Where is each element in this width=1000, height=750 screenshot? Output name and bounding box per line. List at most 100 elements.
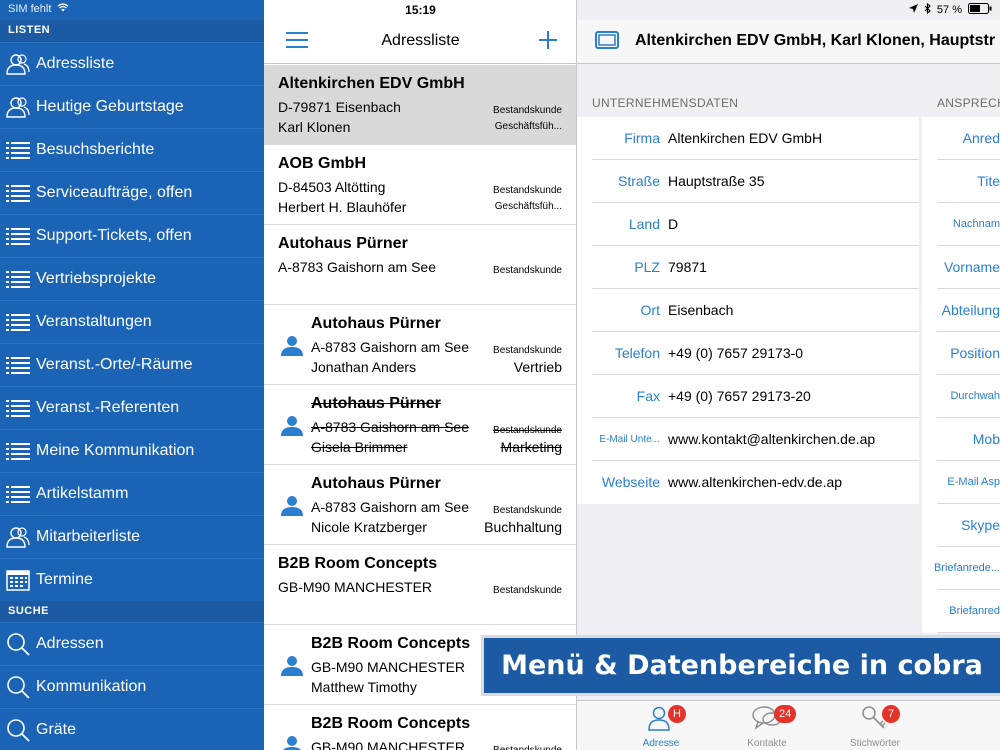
list-item-status: Bestandskunde (493, 425, 562, 436)
field-label: PLZ (634, 259, 660, 275)
sidebar-item-1[interactable]: Heutige Geburtstage (0, 85, 264, 128)
sidebar-item-12[interactable]: Termine (0, 558, 264, 601)
tab-adresse[interactable]: H Adresse (616, 705, 706, 749)
company-field-row[interactable]: Fax +49 (0) 7657 29173-20 (577, 375, 919, 418)
contact-field-row[interactable]: Briefanrede... (922, 547, 1000, 590)
field-label: Webseite (601, 474, 660, 490)
list-icon (0, 398, 36, 418)
sidebar-item-label: Termine (36, 571, 93, 588)
sidebar-item-label: Serviceaufträge, offen (36, 184, 193, 201)
list-item[interactable]: AOB GmbH D-84503 Altötting Herbert H. Blau… (264, 145, 576, 225)
list-item[interactable]: B2B Room Concepts GB-M90 MANCHESTER Bestan… (264, 545, 576, 625)
list-item-name: B2B Room Concepts (311, 635, 471, 652)
person-icon (279, 415, 305, 442)
contact-field-row[interactable]: Nachnam (922, 203, 1000, 246)
list-item[interactable]: Altenkirchen EDV GmbH D-79871 Eisenbach Ka… (264, 65, 576, 145)
sidebar-item-8[interactable]: Veranst.-Referenten (0, 386, 264, 429)
sidebar-item-11[interactable]: Mitarbeiterliste (0, 515, 264, 558)
list-item[interactable]: B2B Room Concepts GB-M90 MANCHESTER Bestan… (264, 705, 576, 750)
contact-field-row[interactable]: Skype (922, 504, 1000, 547)
list-icon (0, 441, 36, 461)
list-item[interactable]: Autohaus Pürner A-8783 Gaishorn am See Gis… (264, 385, 576, 465)
sidebar-item-3[interactable]: Serviceaufträge, offen (0, 171, 264, 214)
contact-field-row[interactable]: Vorname (922, 246, 1000, 289)
sidebar-item-2[interactable]: Besuchsberichte (0, 128, 264, 171)
company-field-row[interactable]: Ort Eisenbach (577, 289, 919, 332)
sidebar-item-label: Vertriebsprojekte (36, 270, 157, 287)
list-nav-bar: Adressliste (264, 20, 576, 64)
list-item-status: Bestandskunde (493, 505, 562, 516)
list-item-address: A-8783 Gaishorn am See (311, 419, 469, 435)
contact-field-row[interactable]: Mob (922, 418, 1000, 461)
list-item-status: Bestandskunde (493, 185, 562, 196)
sidebar-item-search-1[interactable]: Kommunikation (0, 665, 264, 708)
tab-label: Stichwörter (849, 738, 900, 749)
field-value: D (668, 216, 679, 232)
tab-stichwörter[interactable]: 7 Stichwörter (830, 705, 920, 749)
tab-kontakte[interactable]: 24 Kontakte (722, 705, 812, 749)
sidebar-item-search-0[interactable]: Adressen (0, 622, 264, 665)
list-item-status: Bestandskunde (493, 345, 562, 356)
add-button[interactable] (533, 28, 563, 56)
sidebar-item-0[interactable]: Adressliste (0, 42, 264, 85)
list-item[interactable]: Autohaus Pürner A-8783 Gaishorn am See Bes… (264, 225, 576, 305)
sidebar-item-4[interactable]: Support-Tickets, offen (0, 214, 264, 257)
contact-field-row[interactable]: Abteilung (922, 289, 1000, 332)
detail-title: Altenkirchen EDV GmbH, Karl Klonen, Haup… (635, 32, 996, 49)
sidebar-item-search-2[interactable]: Gräte (0, 708, 264, 750)
list-item[interactable]: Autohaus Pürner A-8783 Gaishorn am See Jon… (264, 305, 576, 385)
list-item-role: Buchhaltung (484, 519, 562, 535)
field-label: E-Mail Asp (947, 476, 1000, 488)
sidebar-item-label: Adressen (36, 635, 104, 652)
list-item-name: Autohaus Pürner (311, 315, 441, 332)
company-field-row[interactable]: Webseite www.altenkirchen-edv.de.ap (577, 461, 919, 504)
field-label: Firma (624, 130, 660, 146)
company-field-row[interactable]: PLZ 79871 (577, 246, 919, 289)
company-field-row[interactable]: Land D (577, 203, 919, 246)
company-field-row[interactable]: Telefon +49 (0) 7657 29173-0 (577, 332, 919, 375)
contact-field-row[interactable]: Anred (922, 117, 1000, 160)
sidebar-item-6[interactable]: Veranstaltungen (0, 300, 264, 343)
battery-icon (968, 3, 992, 17)
field-value: Hauptstraße 35 (668, 173, 765, 189)
list-icon (0, 312, 36, 332)
field-label: Mob (972, 431, 1000, 447)
list-item[interactable]: Autohaus Pürner A-8783 Gaishorn am See Nic… (264, 465, 576, 545)
list-item-address: GB-M90 MANCHESTER (311, 739, 466, 750)
list-item-role: Vertrieb (513, 359, 562, 375)
split-view-button[interactable] (592, 28, 622, 56)
contact-field-row[interactable]: Durchwah (922, 375, 1000, 418)
list-item-address: D-79871 Eisenbach (278, 99, 401, 115)
list-item-contact: Herbert H. Blauhöfer (278, 199, 407, 215)
field-value: +49 (0) 7657 29173-0 (668, 345, 804, 361)
plus-icon (539, 30, 557, 54)
contact-field-row[interactable]: E-Mail Asp (922, 461, 1000, 504)
contact-field-row[interactable]: Briefanred (922, 590, 1000, 633)
field-value: Eisenbach (668, 302, 734, 318)
sidebar-item-label: Gräte (36, 721, 77, 738)
tab-label: Kontakte (747, 738, 787, 749)
people-icon (0, 53, 36, 75)
company-field-row[interactable]: Firma Altenkirchen EDV GmbH (577, 117, 919, 160)
list-item-address: GB-M90 MANCHESTER (311, 659, 466, 675)
banner-text: Menü & Datenbereiche in cobra (501, 650, 983, 681)
field-label: Ort (640, 302, 660, 318)
divider (937, 632, 1000, 633)
company-section-title: UNTERNEHMENSDATEN (592, 96, 739, 110)
company-field-row[interactable]: E-Mail Unte... www.kontakt@altenkirchen.d… (577, 418, 919, 461)
field-label: Land (628, 216, 660, 232)
tab-label: Adresse (642, 738, 680, 749)
sidebar: SIM fehlt LISTEN Adressliste Heutige Gebu… (0, 0, 264, 750)
list-item-contact: Gisela Brimmer (311, 439, 408, 455)
contact-field-row[interactable]: Tite (922, 160, 1000, 203)
company-field-row[interactable]: Straße Hauptstraße 35 (577, 160, 919, 203)
sidebar-item-7[interactable]: Veranst.-Orte/-Räume (0, 343, 264, 386)
person-icon (279, 655, 305, 682)
contact-field-row[interactable]: Position (922, 332, 1000, 375)
sidebar-item-10[interactable]: Artikelstamm (0, 472, 264, 515)
app: SIM fehlt LISTEN Adressliste Heutige Gebu… (0, 0, 1000, 750)
sidebar-item-9[interactable]: Meine Kommunikation (0, 429, 264, 472)
sidebar-item-5[interactable]: Vertriebsprojekte (0, 257, 264, 300)
calendar-icon (0, 569, 36, 591)
list-item-status: Bestandskunde (493, 745, 562, 750)
